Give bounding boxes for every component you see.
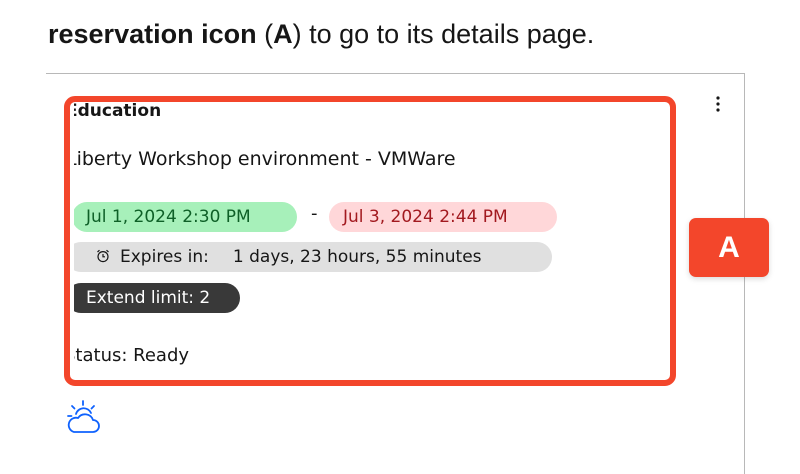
end-date-tag: Jul 3, 2024 2:44 PM: [329, 202, 557, 232]
date-separator: -: [311, 203, 318, 224]
extend-limit-tag: Extend limit: 2: [74, 283, 240, 313]
instruction-label-letter: A: [273, 19, 293, 49]
instruction-paren-close: ): [292, 19, 302, 49]
overflow-menu-icon[interactable]: [708, 92, 728, 116]
reservation-category: Education: [74, 101, 162, 121]
partly-cloudy-icon[interactable]: [62, 397, 104, 437]
annotation-marker: A: [689, 218, 769, 277]
expires-label: Expires in:: [120, 247, 209, 267]
alarm-clock-icon: [97, 249, 109, 263]
reservation-title: Liberty Workshop environment - VMWare: [74, 148, 456, 170]
instruction-rest: to go to its details page.: [301, 19, 595, 49]
expires-tag: Expires in: 1 days, 23 hours, 55 minutes: [74, 242, 552, 272]
expires-value: 1 days, 23 hours, 55 minutes: [232, 247, 482, 267]
instruction-paren-open: (: [256, 19, 274, 49]
overflow-dots: [716, 96, 720, 112]
reservation-status: Status: Ready: [74, 345, 190, 366]
reservation-content[interactable]: Education Liberty Workshop environment -…: [74, 90, 694, 380]
start-date-tag: Jul 1, 2024 2:30 PM: [74, 202, 297, 232]
instruction-text: reservation icon (A) to go to its detail…: [48, 14, 594, 54]
instruction-bold: reservation icon: [48, 19, 257, 49]
